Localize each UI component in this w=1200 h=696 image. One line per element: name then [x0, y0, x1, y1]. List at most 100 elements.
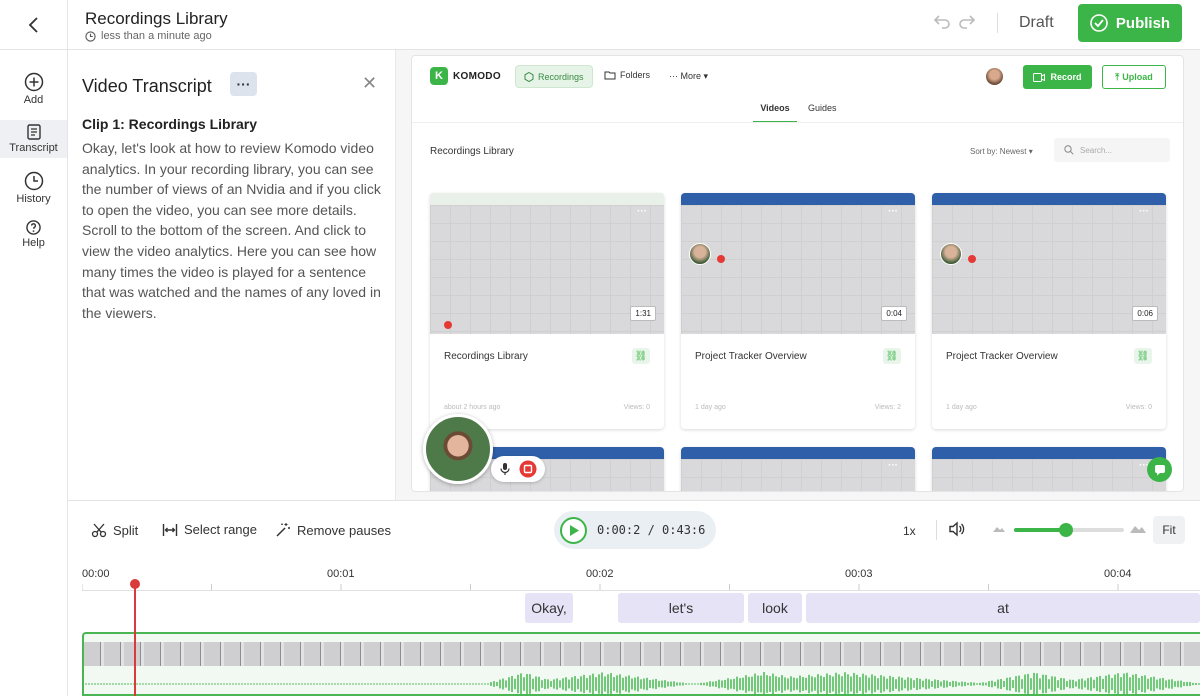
clock-history-icon [24, 171, 43, 191]
zoom-out-icon[interactable] [992, 523, 1006, 533]
avatar [689, 243, 711, 265]
thumb-header [681, 447, 915, 459]
scissors-icon [91, 523, 107, 538]
webcam-bubble[interactable] [423, 414, 493, 484]
video-thumbnail [430, 193, 664, 334]
card-more-icon: ··· [1139, 206, 1149, 217]
zoom-slider-fill [1014, 528, 1066, 532]
time-tick: 00:00 [82, 568, 110, 580]
video-track[interactable] [82, 632, 1200, 696]
upload-label: Upload [1122, 72, 1153, 82]
transcript-more-button[interactable]: ··· [230, 72, 257, 96]
playhead[interactable] [134, 584, 136, 696]
zoom-slider-handle[interactable] [1058, 523, 1073, 537]
rail-label: History [16, 193, 51, 205]
playhead-handle[interactable] [130, 579, 140, 589]
time-tick: 00:03 [845, 568, 873, 580]
document-icon [26, 124, 41, 140]
rail-item-transcript[interactable]: Transcript [0, 120, 67, 158]
volume-icon[interactable] [948, 520, 966, 538]
upload-button: ⤒ Upload [1102, 65, 1166, 89]
magic-wand-icon [276, 523, 290, 537]
duration-badge: 1:31 [630, 306, 656, 321]
time-tick: 00:04 [1104, 568, 1132, 580]
time-tick: 00:01 [327, 568, 355, 580]
close-icon[interactable]: ✕ [362, 73, 377, 94]
word-chip[interactable]: let's [618, 593, 744, 623]
card-views: Views: 2 [874, 404, 901, 411]
draft-status: Draft [1019, 14, 1054, 31]
transcript-text[interactable]: Okay, let's look at how to review Komodo… [82, 138, 382, 323]
video-card: ··· [681, 447, 915, 491]
card-date: about 2 hours ago [444, 404, 501, 411]
playback-control: 0:00:2 / 0:43:6 [554, 511, 716, 549]
select-range-button[interactable]: Select range [162, 522, 257, 537]
clip-title: Clip 1: Recordings Library [82, 116, 258, 132]
ruler-baseline [82, 590, 1200, 591]
video-thumbnail [681, 447, 915, 491]
divider [412, 122, 1183, 123]
play-button[interactable] [560, 516, 587, 544]
publish-button[interactable]: Publish [1078, 4, 1182, 42]
chevron-left-icon [28, 17, 38, 33]
search-input: Search... [1054, 138, 1170, 162]
left-rail: Add Transcript History Help [0, 50, 68, 696]
rail-item-add[interactable]: Add [0, 72, 67, 108]
video-card: ··· 0:04 Project Tracker Overview ⛓ 1 da… [681, 193, 915, 429]
transcript-title: Video Transcript [82, 76, 212, 96]
brand-name: KOMODO [453, 71, 501, 82]
split-button[interactable]: Split [91, 522, 138, 538]
video-card: ··· [932, 447, 1166, 491]
video-thumbnail [681, 193, 915, 334]
thumb-header [681, 193, 915, 205]
select-range-label: Select range [184, 522, 257, 537]
word-chip[interactable]: at [806, 593, 1200, 623]
library-title: Recordings Library [430, 146, 514, 157]
audio-waveform [85, 672, 1200, 694]
record-dot-icon [968, 255, 976, 263]
search-icon [1064, 145, 1074, 155]
chat-glyph-icon [1154, 464, 1165, 475]
fit-button[interactable]: Fit [1153, 516, 1185, 544]
split-label: Split [113, 522, 139, 538]
tab-guides: Guides [808, 103, 837, 113]
card-more-icon: ··· [637, 206, 647, 217]
transcript-panel: Video Transcript ··· ✕ Clip 1: Recording… [68, 50, 396, 500]
video-card: ··· 1:31 Recordings Library ⛓ about 2 ho… [430, 193, 664, 429]
remove-pauses-button[interactable]: Remove pauses [275, 522, 391, 538]
sort-dropdown: Sort by: Newest ▾ [970, 147, 1033, 156]
speed-button[interactable]: 1x [903, 524, 916, 538]
back-button[interactable] [0, 0, 68, 50]
microphone-icon[interactable] [499, 462, 511, 476]
thumb-header [932, 193, 1166, 205]
rail-item-help[interactable]: Help [0, 220, 67, 254]
rail-item-history[interactable]: History [0, 171, 67, 207]
thumb-content [932, 205, 1166, 334]
stop-record-icon[interactable] [519, 460, 537, 478]
header-divider [997, 13, 998, 33]
nav-folders: Folders [604, 70, 650, 80]
timecode: 0:00:2 / 0:43:6 [597, 523, 706, 537]
word-chip[interactable]: look [748, 593, 802, 623]
search-placeholder: Search... [1080, 145, 1113, 155]
card-title: Project Tracker Overview [946, 351, 1058, 362]
avatar [940, 243, 962, 265]
zoom-in-icon[interactable] [1129, 521, 1147, 534]
word-chip[interactable]: Okay, [525, 593, 573, 623]
card-date: 1 day ago [695, 404, 726, 411]
redo-icon[interactable] [957, 13, 977, 31]
link-icon: ⛓ [632, 348, 650, 364]
video-preview-frame[interactable]: K KOMODO Recordings Folders ··· More ▾ R… [411, 55, 1184, 492]
undo-icon[interactable] [932, 13, 952, 31]
card-title: Project Tracker Overview [695, 351, 807, 362]
last-saved-text: less than a minute ago [101, 30, 212, 42]
thumb-header [430, 193, 664, 205]
card-more-icon: ··· [888, 460, 898, 471]
thumb-header [932, 447, 1166, 459]
filmstrip [84, 642, 1200, 666]
hexagon-icon [524, 71, 534, 82]
nav-more: ··· More ▾ [669, 71, 709, 81]
chat-icon[interactable] [1147, 457, 1172, 482]
upload-icon: ⤒ [1115, 71, 1120, 82]
thumb-content [681, 459, 915, 491]
